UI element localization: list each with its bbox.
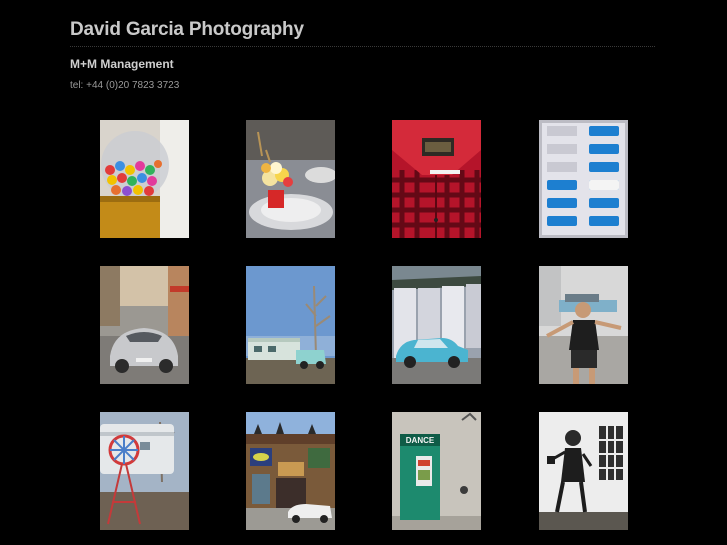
shirt-photo-icon bbox=[392, 120, 481, 238]
agency-name: M+M Management bbox=[70, 57, 174, 71]
thumb-trailer-truck[interactable] bbox=[246, 266, 335, 384]
dance-sign: DANCE bbox=[406, 436, 435, 445]
thumb-windmill-trailer[interactable] bbox=[100, 412, 189, 530]
thumb-dance-door[interactable]: DANCE bbox=[392, 412, 481, 530]
door-photo-icon: DANCE bbox=[392, 412, 481, 530]
thumb-toy-cars-box[interactable] bbox=[539, 120, 628, 238]
desert-trailer-photo-icon bbox=[246, 266, 335, 384]
blue-car-photo-icon bbox=[392, 266, 481, 384]
header-divider bbox=[70, 46, 655, 47]
telephone: tel: +44 (0)20 7823 3723 bbox=[70, 80, 180, 91]
thumb-silver-porsche[interactable] bbox=[100, 266, 189, 384]
flowers-plate-photo-icon bbox=[246, 120, 335, 238]
graffiti-photo-icon bbox=[539, 412, 628, 530]
windmill-photo-icon bbox=[100, 412, 189, 530]
thumb-table-setting[interactable] bbox=[246, 120, 335, 238]
toy-cars-photo-icon bbox=[539, 120, 628, 238]
thumb-boy-dancing[interactable] bbox=[539, 266, 628, 384]
thumb-painted-facade[interactable] bbox=[246, 412, 335, 530]
boy-photo-icon bbox=[539, 266, 628, 384]
thumb-gumball-machine[interactable] bbox=[100, 120, 189, 238]
car-street-photo-icon bbox=[100, 266, 189, 384]
gumball-photo-icon bbox=[100, 120, 189, 238]
thumb-graffiti-wall[interactable] bbox=[539, 412, 628, 530]
facade-photo-icon bbox=[246, 412, 335, 530]
thumb-blue-car-building[interactable] bbox=[392, 266, 481, 384]
site-header: David Garcia Photography M+M Management … bbox=[70, 18, 655, 91]
thumb-plaid-shirt[interactable] bbox=[392, 120, 481, 238]
site-title[interactable]: David Garcia Photography bbox=[70, 18, 655, 42]
